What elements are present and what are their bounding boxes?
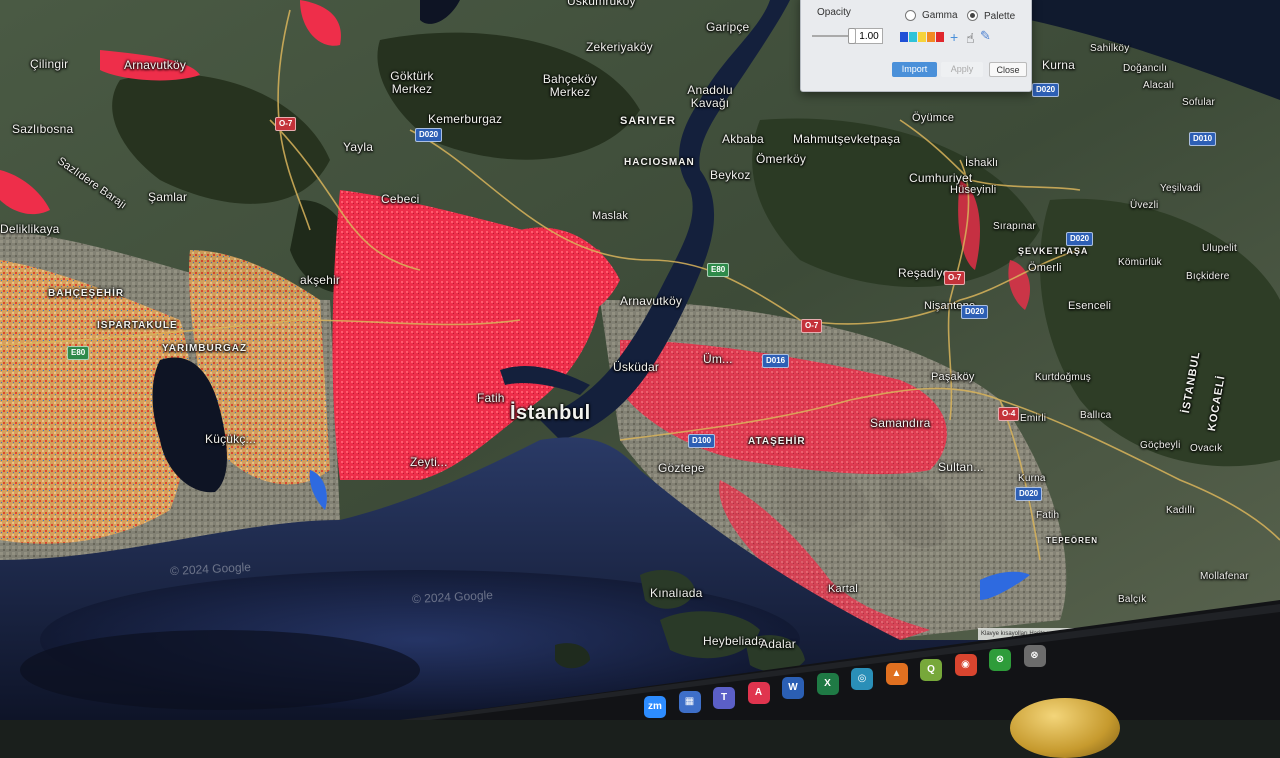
taskbar-xbox-icon[interactable]: ⊗ (989, 649, 1011, 672)
taskbar-excel-icon[interactable]: X (816, 672, 839, 695)
taskbar-acrobat-icon[interactable]: A (747, 682, 770, 705)
taskbar-zoom-icon[interactable]: zm (644, 696, 666, 718)
palette-swatch[interactable] (909, 32, 917, 42)
monitor-bezel (400, 600, 1280, 720)
palette-swatch[interactable] (927, 32, 935, 42)
taskbar-calendar-icon[interactable]: ▦ (678, 691, 701, 714)
taskbar-maps-icon[interactable]: ◎ (851, 668, 873, 691)
taskbar-extra-icon[interactable]: ⊗ (1023, 644, 1046, 667)
palette-swatch[interactable] (918, 32, 926, 42)
taskbar-arcgis-icon[interactable]: ▲ (885, 663, 908, 686)
taskbar-chrome-icon[interactable]: ◉ (954, 654, 977, 677)
palette-swatch[interactable] (936, 32, 944, 42)
palette-swatch[interactable] (900, 32, 908, 42)
desk-object (1010, 698, 1120, 758)
taskbar-word-icon[interactable]: W (782, 677, 804, 700)
taskbar-qgis-icon[interactable]: Q (920, 658, 942, 681)
taskbar-teams-icon[interactable]: T (713, 686, 735, 709)
